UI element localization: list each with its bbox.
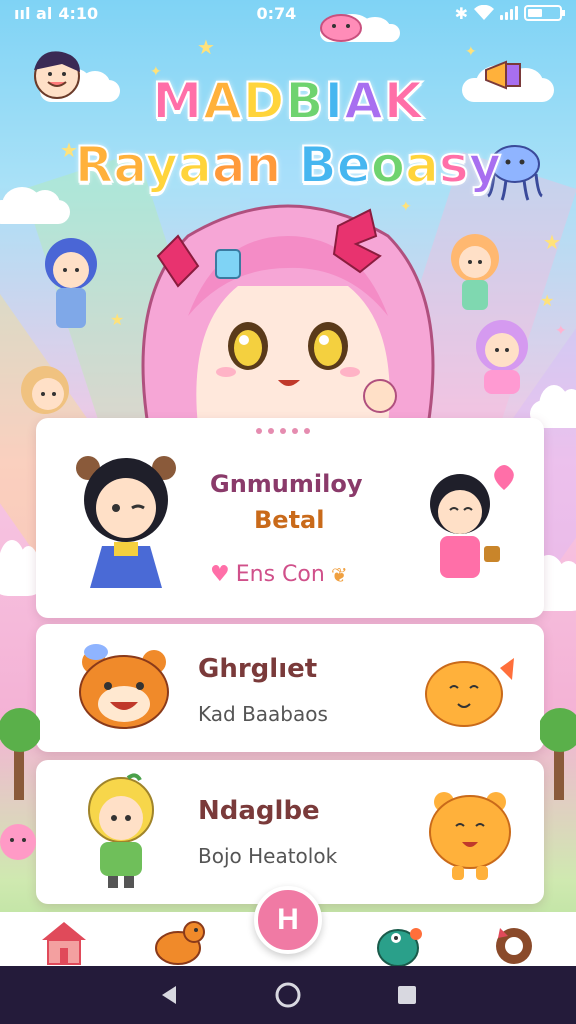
pager-dots xyxy=(256,428,310,434)
blonde-boy-icon xyxy=(88,773,154,888)
card-title: Ghrglıet xyxy=(198,654,318,684)
status-bar: ııl al 4:10 0:74 ✱ xyxy=(0,0,576,26)
blonde-girl-left-icon xyxy=(21,366,69,414)
cloud xyxy=(0,186,70,224)
puppy-icon[interactable] xyxy=(486,916,542,966)
signal-icon xyxy=(500,6,518,20)
bluetooth-icon: ✱ xyxy=(454,3,468,23)
status-time-center: 0:74 xyxy=(256,3,297,23)
tree-icon xyxy=(540,708,576,800)
card-title: Ndaglbe xyxy=(198,796,320,826)
card-subtitle: Bojo Heatolok xyxy=(198,844,338,868)
hero-pink-hair-girl-icon xyxy=(141,204,435,426)
card-subtitle: Ens Con xyxy=(235,562,325,587)
fab-label: H xyxy=(277,903,299,936)
bird-icon[interactable] xyxy=(372,916,428,966)
status-time-left: 4:10 xyxy=(58,3,99,23)
dino-icon[interactable] xyxy=(152,916,208,966)
leaf-icon: ❦ xyxy=(330,562,348,587)
blue-hair-girl-icon xyxy=(45,238,97,328)
heart-icon: ♥ xyxy=(210,562,230,587)
star-icon: ★ xyxy=(540,291,555,310)
app-title-line1: MADBIAK xyxy=(151,71,424,131)
pink-creature-icon xyxy=(0,824,36,860)
recents-button[interactable] xyxy=(387,975,427,1015)
app-title-line2: Rayaan Beoasy xyxy=(74,135,502,195)
card-subtitle: Kad Baabaos xyxy=(198,702,328,726)
back-button[interactable] xyxy=(149,975,189,1015)
star-icon: ✦ xyxy=(555,323,567,339)
orange-cat-icon xyxy=(425,658,514,727)
home-circle-icon xyxy=(275,982,301,1008)
battery-icon xyxy=(524,5,565,21)
bear-girl-character-icon xyxy=(76,456,176,588)
back-icon xyxy=(162,986,177,1004)
card-subtitle-row: ♥ Ens Con ❦ xyxy=(210,562,348,587)
signal-text: ııl al xyxy=(14,3,53,23)
recents-icon xyxy=(397,986,416,1004)
purple-hair-girl-icon xyxy=(476,320,528,394)
star-icon: ✦ xyxy=(465,44,477,60)
tree-icon xyxy=(0,708,40,800)
home-button[interactable] xyxy=(268,975,308,1015)
girl-with-heart-icon xyxy=(430,465,514,578)
orange-bear-icon xyxy=(79,644,169,729)
card-title-line2: Betal xyxy=(254,506,325,534)
wifi-icon xyxy=(474,5,494,20)
star-icon: ★ xyxy=(197,35,215,59)
star-icon: ★ xyxy=(543,230,561,254)
home-icon[interactable] xyxy=(36,916,92,966)
orange-bear-waving-icon xyxy=(429,792,511,880)
feature-card[interactable]: Ghrglıet Kad Baabaos xyxy=(36,624,544,752)
system-nav-bar xyxy=(0,966,576,1024)
home-fab-button[interactable]: H xyxy=(254,886,322,954)
card-title: Gnmumiloy xyxy=(210,470,363,498)
pink-blob-icon xyxy=(320,14,362,42)
feature-card[interactable]: Ndaglbe Bojo Heatolok xyxy=(36,760,544,904)
feature-card[interactable]: Gnmumiloy Betal ♥ Ens Con ❦ xyxy=(36,418,544,618)
